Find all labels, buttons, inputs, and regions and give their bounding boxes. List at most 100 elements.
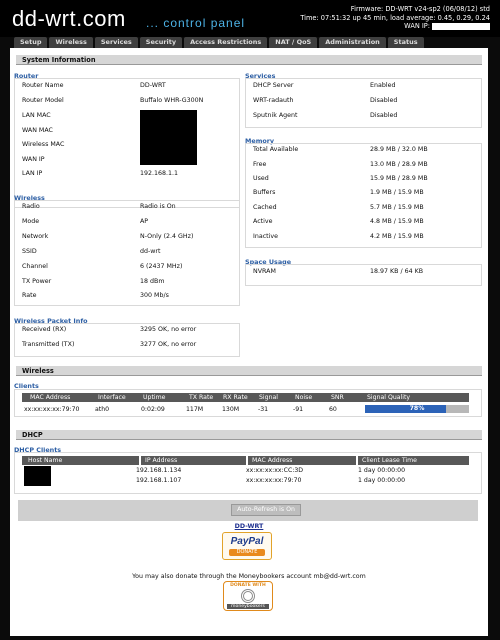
router-model-label: Router Model [22, 97, 64, 104]
ssid-value: dd-wrt [140, 248, 161, 255]
ddwrt-link[interactable]: DD-WRT [10, 523, 488, 530]
router-model-value: Buffalo WHR-G300N [140, 97, 204, 104]
nvram-label: NVRAM [253, 268, 276, 275]
wireless-section-header: Wireless [16, 366, 482, 376]
router-name-value: DD-WRT [140, 82, 166, 89]
mem-active-value: 4.8 MB / 15.9 MB [370, 218, 424, 225]
col-interface: Interface [98, 394, 126, 401]
dhcp-server-value: Enabled [370, 82, 396, 89]
tx-power-value: 18 dBm [140, 278, 165, 285]
space-usage-box [245, 264, 482, 286]
wan-mac-label: WAN MAC [22, 127, 53, 134]
client-uptime: 0:02:09 [141, 406, 165, 413]
dhcp-server-label: DHCP Server [253, 82, 294, 89]
paypal-donate-button[interactable]: PayPal DONATE [222, 532, 272, 560]
tx-value: 3277 OK, no error [140, 341, 197, 348]
ddwrt-logo[interactable]: dd-wrt.com [12, 6, 126, 32]
control-panel-subtitle: ... control panel [146, 16, 246, 30]
dhcp-row2-mac: xx:xx:xx:xx:79:70 [246, 477, 302, 484]
lan-ip-label: LAN IP [22, 170, 43, 177]
mem-cached-label: Cached [253, 204, 277, 211]
tab-access-restrictions[interactable]: Access Restrictions [184, 37, 268, 48]
radauth-label: WRT-radauth [253, 97, 294, 104]
sputnik-value: Disabled [370, 112, 398, 119]
router-name-label: Router Name [22, 82, 64, 89]
mem-total-label: Total Available [253, 146, 299, 153]
radio-value: Radio is On [140, 203, 176, 210]
dhcp-col-mac-bg: MAC Address [248, 456, 356, 465]
rate-label: Rate [22, 292, 37, 299]
client-snr: 60 [329, 406, 337, 413]
mem-free-label: Free [253, 161, 267, 168]
paypal-donate-label: DONATE [229, 549, 265, 556]
nvram-value: 18.97 KB / 64 KB [370, 268, 424, 275]
mb-donate-with: DONATE WITH [230, 583, 266, 588]
tab-status[interactable]: Status [387, 37, 424, 48]
tab-services[interactable]: Services [94, 37, 138, 48]
col-snr: SNR [331, 394, 344, 401]
wireless-info-box [14, 200, 240, 306]
tab-setup[interactable]: Setup [14, 37, 48, 48]
mem-free-value: 13.0 MB / 28.9 MB [370, 161, 428, 168]
mem-used-value: 15.9 MB / 28.9 MB [370, 175, 428, 182]
col-rx-rate: RX Rate [223, 394, 248, 401]
radio-label: Radio [22, 203, 40, 210]
tab-wireless[interactable]: Wireless [49, 37, 93, 48]
tx-power-label: TX Power [22, 278, 52, 285]
moneybookers-donate-button[interactable]: DONATE WITH moneybookers [223, 581, 273, 611]
network-label: Network [22, 233, 49, 240]
client-tx-rate: 117M [186, 406, 204, 413]
wan-ip-row-label: WAN IP [22, 156, 45, 163]
wan-ip-line: WAN IP: [300, 22, 490, 31]
mem-cached-value: 5.7 MB / 15.9 MB [370, 204, 424, 211]
sputnik-label: Sputnik Agent [253, 112, 298, 119]
mb-brand: moneybookers [227, 604, 269, 609]
dhcp-row1-lease: 1 day 00:00:00 [358, 467, 406, 474]
mode-label: Mode [22, 218, 40, 225]
client-noise: -91 [293, 406, 304, 413]
redacted-addresses [140, 110, 197, 165]
dhcp-col-ip: IP Address [145, 457, 178, 464]
channel-label: Channel [22, 263, 48, 270]
moneybookers-text: You may also donate through the Moneyboo… [132, 573, 366, 580]
signal-quality-text: 78% [409, 405, 425, 412]
client-signal: -31 [258, 406, 269, 413]
client-mac: xx:xx:xx:xx:79:70 [24, 406, 80, 413]
mem-total-value: 28.9 MB / 32.0 MB [370, 146, 428, 153]
main-tabs: Setup Wireless Services Security Access … [14, 37, 426, 48]
wan-ip-redacted [432, 22, 490, 30]
col-signal-quality: Signal Quality [367, 394, 411, 401]
col-tx-rate: TX Rate [189, 394, 214, 401]
dhcp-col-lease: Client Lease Time [362, 457, 417, 464]
rate-value: 300 Mb/s [140, 292, 169, 299]
client-interface: ath0 [95, 406, 110, 413]
dhcp-row1-ip: 192.168.1.134 [136, 467, 182, 474]
lan-mac-label: LAN MAC [22, 112, 51, 119]
network-value: N-Only (2.4 GHz) [140, 233, 194, 240]
col-signal: Signal [259, 394, 279, 401]
dhcp-row2-lease: 1 day 00:00:00 [358, 477, 406, 484]
mem-buffers-label: Buffers [253, 189, 276, 196]
signal-quality-bar: 78% [365, 405, 469, 413]
tab-administration[interactable]: Administration [319, 37, 386, 48]
tab-nat-qos[interactable]: NAT / QoS [269, 37, 318, 48]
rx-label: Received (RX) [22, 326, 67, 333]
mem-active-label: Active [253, 218, 273, 225]
radauth-value: Disabled [370, 97, 398, 104]
header-info: Firmware: DD-WRT v24-sp2 (06/08/12) std … [300, 5, 490, 31]
lan-ip-value: 192.168.1.1 [140, 170, 179, 177]
wireless-mac-label: Wireless MAC [22, 141, 65, 148]
header: dd-wrt.com ... control panel Firmware: D… [0, 0, 500, 37]
dhcp-row2-ip: 192.168.1.107 [136, 477, 182, 484]
mem-used-label: Used [253, 175, 269, 182]
firmware-text: Firmware: DD-WRT v24-sp2 (06/08/12) std [350, 5, 490, 13]
mode-value: AP [140, 218, 149, 225]
mem-buffers-value: 1.9 MB / 15.9 MB [370, 189, 424, 196]
dhcp-col-lease-bg: Client Lease Time [358, 456, 469, 465]
memory-box [245, 143, 482, 248]
dhcp-col-mac: MAC Address [252, 457, 293, 464]
wan-ip-label: WAN IP: [404, 22, 430, 30]
auto-refresh-button[interactable]: Auto-Refresh is On [231, 504, 301, 516]
mem-inactive-label: Inactive [253, 233, 278, 240]
tab-security[interactable]: Security [139, 37, 183, 48]
